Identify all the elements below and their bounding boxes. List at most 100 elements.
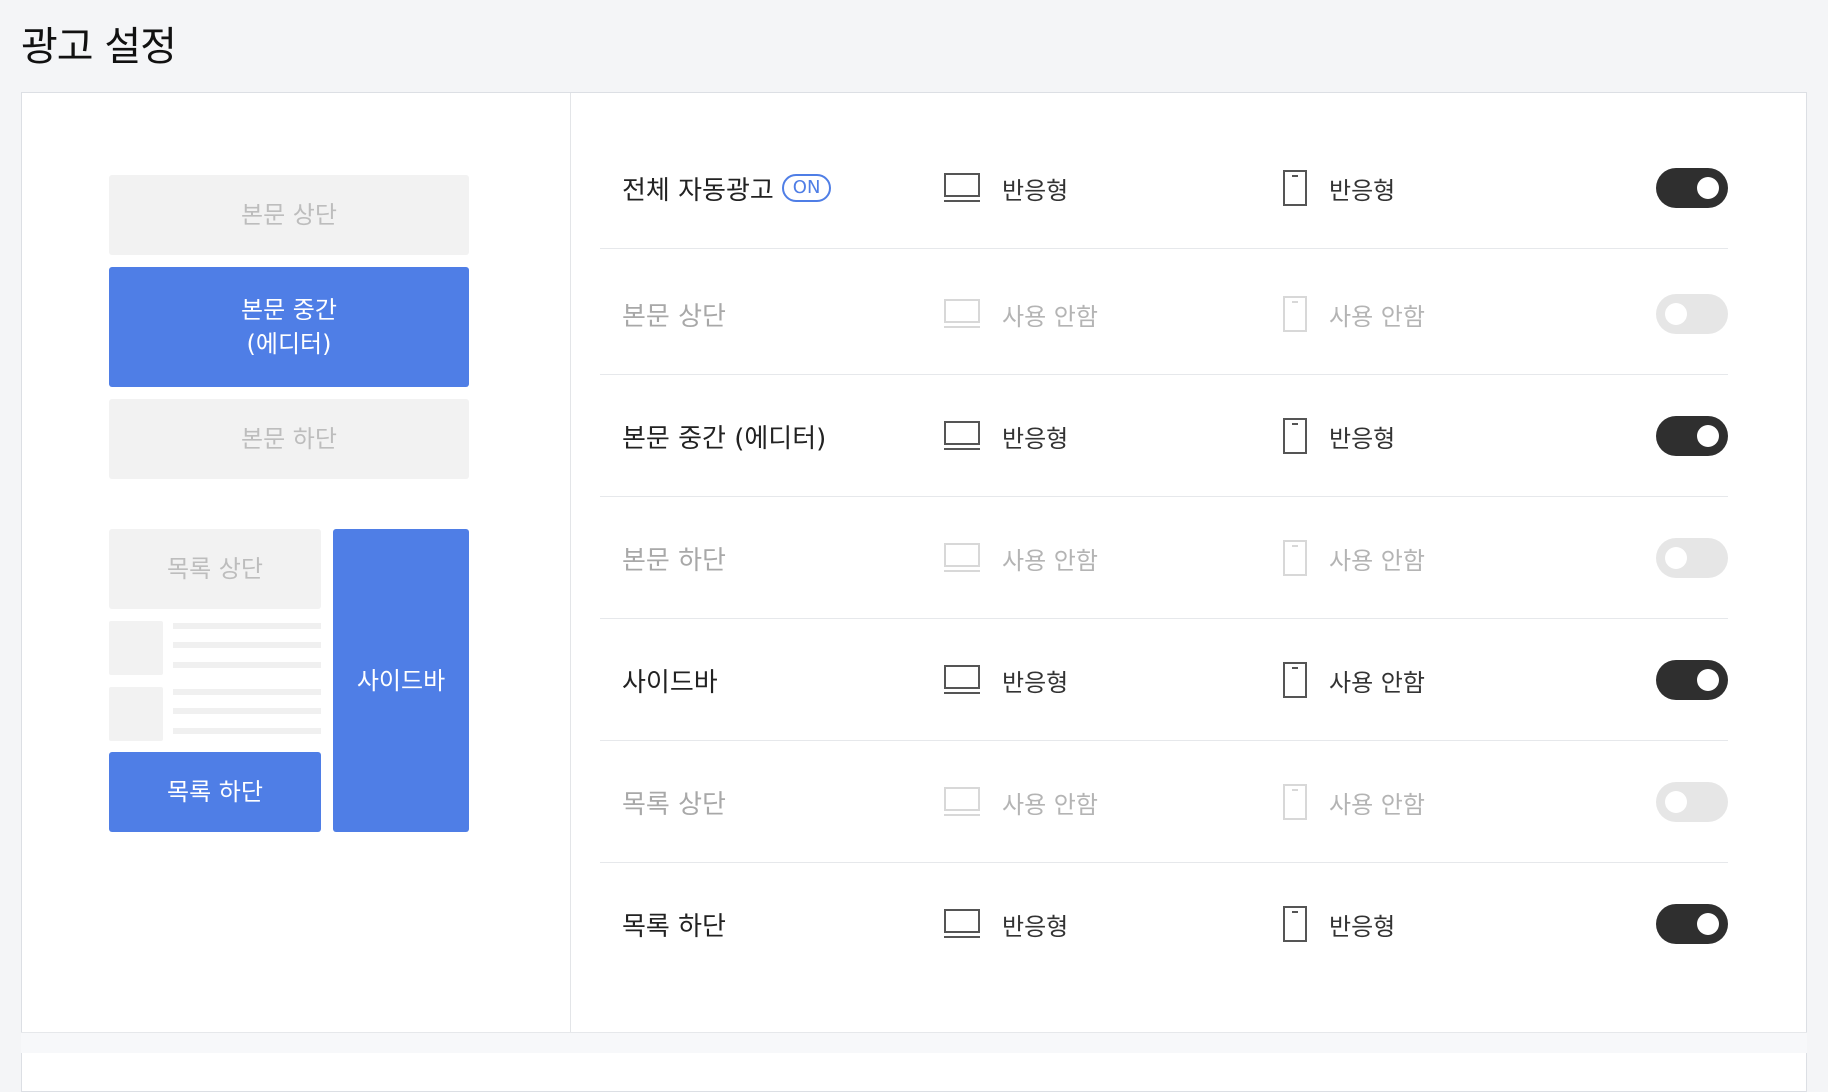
ad-toggle-switch[interactable] (1656, 538, 1728, 578)
toggle-knob (1665, 547, 1687, 569)
preview-list-line (173, 728, 321, 734)
preview-sidebar-label: 사이드바 (356, 666, 446, 695)
mobile-icon (1283, 906, 1307, 942)
desktop-icon (944, 909, 980, 939)
auto-ad-on-badge: ON (781, 174, 832, 202)
mobile-setting-value: 반응형 (1329, 912, 1396, 941)
desktop-setting[interactable]: 반응형 (944, 619, 1068, 741)
ad-toggle-switch[interactable] (1656, 168, 1728, 208)
desktop-setting[interactable]: 반응형 (944, 375, 1068, 497)
row-label: 목록 상단 (622, 741, 726, 863)
toggle-knob (1697, 177, 1719, 199)
page-title: 광고 설정 (21, 24, 177, 70)
desktop-icon (944, 421, 980, 451)
preview-list-bottom-label: 목록 하단 (167, 778, 263, 806)
ad-setting-row: 본문 상단 사용 안함 사용 안함 (600, 253, 1728, 375)
mobile-icon (1283, 784, 1307, 820)
mobile-setting[interactable]: 사용 안함 (1283, 253, 1425, 375)
mobile-setting-value: 반응형 (1329, 176, 1396, 205)
toggle-knob (1697, 669, 1719, 691)
row-label-text: 본문 상단 (622, 301, 726, 332)
desktop-setting[interactable]: 반응형 (944, 127, 1068, 249)
desktop-icon (944, 543, 980, 573)
ad-toggle-switch[interactable] (1656, 416, 1728, 456)
desktop-setting-value: 반응형 (1002, 912, 1069, 941)
mobile-setting[interactable]: 반응형 (1283, 863, 1395, 985)
toggle-knob (1665, 791, 1687, 813)
preview-list-thumbnail (109, 687, 163, 741)
mobile-icon (1283, 170, 1307, 206)
mobile-setting[interactable]: 사용 안함 (1283, 741, 1425, 863)
preview-list-line (173, 662, 321, 668)
toggle-knob (1697, 425, 1719, 447)
preview-body-top-label: 본문 상단 (241, 201, 337, 229)
mobile-icon (1283, 662, 1307, 698)
row-label-text: 본문 하단 (622, 545, 726, 576)
desktop-icon (944, 787, 980, 817)
preview-list-line (173, 689, 321, 695)
panel-divider (570, 93, 571, 1033)
preview-body-top[interactable]: 본문 상단 (109, 175, 469, 255)
mobile-icon (1283, 418, 1307, 454)
desktop-setting[interactable]: 사용 안함 (944, 497, 1098, 619)
mobile-icon (1283, 296, 1307, 332)
row-separator (600, 248, 1728, 249)
mobile-icon (1283, 540, 1307, 576)
toggle-knob (1665, 303, 1687, 325)
mobile-setting[interactable]: 반응형 (1283, 375, 1395, 497)
desktop-setting[interactable]: 사용 안함 (944, 253, 1098, 375)
preview-list-line (173, 708, 321, 714)
mobile-setting-value: 반응형 (1329, 424, 1396, 453)
ad-toggle-switch[interactable] (1656, 782, 1728, 822)
preview-list-bottom[interactable]: 목록 하단 (109, 752, 321, 832)
row-label: 본문 하단 (622, 497, 726, 619)
row-label-text: 목록 상단 (622, 789, 726, 820)
row-label: 목록 하단 (622, 863, 726, 985)
ad-setting-row: 전체 자동광고 ON 반응형 반응형 (600, 127, 1728, 249)
desktop-setting-value: 반응형 (1002, 668, 1069, 697)
ad-setting-row: 목록 상단 사용 안함 사용 안함 (600, 741, 1728, 863)
desktop-setting-value: 반응형 (1002, 176, 1069, 205)
preview-body-middle-label-2: (에디터) (246, 330, 332, 358)
mobile-setting-value: 사용 안함 (1329, 790, 1425, 819)
ad-toggle-switch[interactable] (1656, 904, 1728, 944)
ad-toggle-switch[interactable] (1656, 660, 1728, 700)
row-label: 본문 상단 (622, 253, 726, 375)
desktop-setting-value: 사용 안함 (1002, 302, 1098, 331)
desktop-setting-value: 사용 안함 (1002, 790, 1098, 819)
desktop-icon (944, 665, 980, 695)
desktop-setting-value: 반응형 (1002, 424, 1069, 453)
preview-list-line (173, 642, 321, 648)
mobile-setting[interactable]: 사용 안함 (1283, 619, 1425, 741)
ad-setting-row: 사이드바 반응형 사용 안함 (600, 619, 1728, 741)
desktop-icon (944, 173, 980, 203)
row-label-text: 본문 중간 (에디터) (622, 423, 827, 454)
mobile-setting-value: 사용 안함 (1329, 546, 1425, 575)
row-label: 본문 중간 (에디터) (622, 375, 826, 497)
preview-sidebar[interactable]: 사이드바 (333, 529, 469, 832)
row-label: 사이드바 (622, 619, 718, 741)
desktop-icon (944, 299, 980, 329)
preview-body-bottom-label: 본문 하단 (241, 425, 337, 453)
row-label-text: 목록 하단 (622, 911, 726, 942)
desktop-setting[interactable]: 사용 안함 (944, 741, 1098, 863)
row-label-text: 사이드바 (622, 667, 718, 698)
preview-list-top-label: 목록 상단 (167, 555, 263, 583)
preview-list-top[interactable]: 목록 상단 (109, 529, 321, 609)
preview-body-middle[interactable]: 본문 중간 (에디터) (109, 267, 469, 387)
preview-list-line (173, 623, 321, 629)
ad-setting-row: 본문 하단 사용 안함 사용 안함 (600, 497, 1728, 619)
preview-body-middle-label-1: 본문 중간 (241, 296, 337, 324)
panel-footer (21, 1032, 1807, 1053)
preview-list-thumbnail (109, 621, 163, 675)
ad-setting-row: 목록 하단 반응형 반응형 (600, 863, 1728, 985)
mobile-setting[interactable]: 반응형 (1283, 127, 1395, 249)
mobile-setting[interactable]: 사용 안함 (1283, 497, 1425, 619)
preview-body-bottom[interactable]: 본문 하단 (109, 399, 469, 479)
desktop-setting-value: 사용 안함 (1002, 546, 1098, 575)
mobile-setting-value: 사용 안함 (1329, 302, 1425, 331)
ad-toggle-switch[interactable] (1656, 294, 1728, 334)
toggle-knob (1697, 913, 1719, 935)
desktop-setting[interactable]: 반응형 (944, 863, 1068, 985)
mobile-setting-value: 사용 안함 (1329, 668, 1425, 697)
